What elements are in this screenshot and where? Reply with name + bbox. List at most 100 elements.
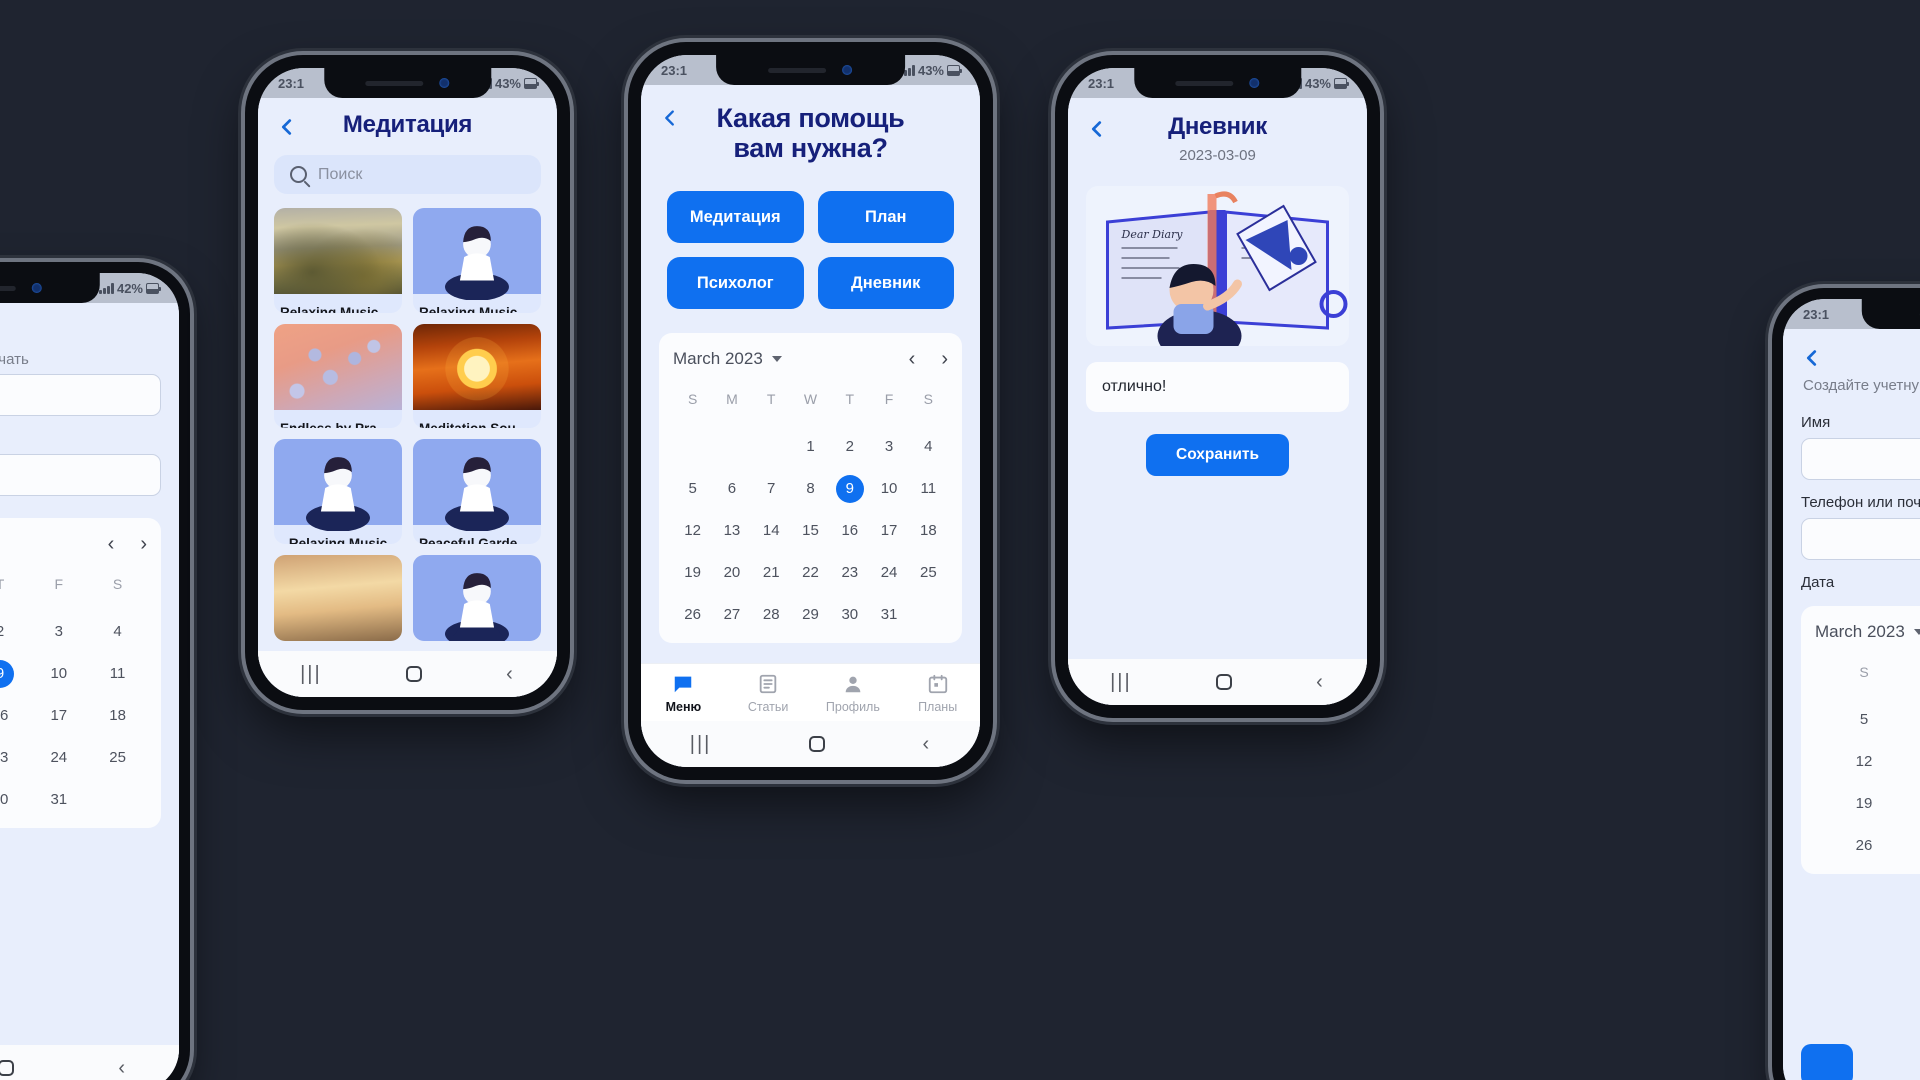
calendar-day[interactable]: 30 xyxy=(0,786,29,814)
calendar-day[interactable]: 24 xyxy=(869,559,908,587)
home-icon[interactable] xyxy=(0,1060,15,1076)
back-button[interactable] xyxy=(657,105,683,131)
meditation-card[interactable]: Endless by PrabajithK xyxy=(274,323,402,429)
calendar-day[interactable]: 18 xyxy=(88,702,147,730)
tab-chat-bubble[interactable]: Меню xyxy=(641,673,726,714)
record-field-1[interactable] xyxy=(0,374,161,417)
contact-field[interactable] xyxy=(1801,518,1920,561)
meditation-card[interactable]: Relaxing Music xyxy=(274,439,402,544)
calendar-day[interactable]: 21 xyxy=(752,559,791,587)
calendar-day[interactable]: 19 xyxy=(1815,790,1913,818)
back-icon[interactable]: ‹ xyxy=(1316,671,1325,694)
calendar-day[interactable]: 6 xyxy=(1913,706,1920,734)
back-icon[interactable]: ‹ xyxy=(923,733,932,756)
tab-article[interactable]: Статьи xyxy=(726,673,811,714)
calendar-day[interactable]: 20 xyxy=(712,559,751,587)
back-button[interactable] xyxy=(1799,345,1825,371)
calendar-day[interactable]: 17 xyxy=(29,702,88,730)
calendar-month-selector[interactable]: March 2023 xyxy=(1815,622,1920,642)
calendar-day[interactable]: 4 xyxy=(88,618,147,646)
chevron-left-icon[interactable]: ‹ xyxy=(108,534,115,554)
calendar-day[interactable]: 14 xyxy=(752,517,791,545)
calendar-day[interactable]: 22 xyxy=(791,559,830,587)
calendar-day[interactable]: 10 xyxy=(869,475,908,503)
save-button[interactable]: Сохранить xyxy=(1146,433,1289,476)
back-button[interactable] xyxy=(274,114,300,140)
help-option-button[interactable]: План xyxy=(817,191,954,244)
tab-label: Статьи xyxy=(747,700,789,714)
calendar-day[interactable]: 28 xyxy=(752,601,791,629)
calendar-day[interactable]: 27 xyxy=(712,601,751,629)
calendar-day[interactable]: 11 xyxy=(88,660,147,688)
calendar-month-selector[interactable]: March 2023 xyxy=(673,349,782,369)
calendar-day[interactable]: 17 xyxy=(869,517,908,545)
calendar-day[interactable]: 18 xyxy=(909,517,948,545)
help-option-button[interactable]: Медитация xyxy=(667,191,804,244)
calendar-day[interactable]: 10 xyxy=(29,660,88,688)
recents-icon[interactable]: ||| xyxy=(300,663,322,686)
chevron-right-icon[interactable]: › xyxy=(140,534,147,554)
calendar-day[interactable]: 8 xyxy=(791,475,830,503)
calendar-day[interactable]: 24 xyxy=(29,744,88,772)
calendar-day[interactable]: 15 xyxy=(791,517,830,545)
recents-icon[interactable]: ||| xyxy=(690,733,712,756)
back-icon[interactable]: ‹ xyxy=(118,1057,127,1080)
calendar-day[interactable]: 12 xyxy=(1815,748,1913,776)
help-option-button[interactable]: Дневник xyxy=(817,257,954,310)
home-icon[interactable] xyxy=(405,666,422,682)
chevron-left-icon[interactable]: ‹ xyxy=(909,349,916,369)
name-field[interactable] xyxy=(1801,438,1920,481)
calendar-day[interactable]: 12 xyxy=(673,517,712,545)
calendar-day[interactable]: 9 xyxy=(835,475,864,504)
calendar-day[interactable]: 25 xyxy=(909,559,948,587)
calendar-day[interactable]: 31 xyxy=(29,786,88,814)
calendar-day[interactable]: 25 xyxy=(88,744,147,772)
calendar-day[interactable]: 27 xyxy=(1913,832,1920,860)
tab-person[interactable]: Профиль xyxy=(811,673,896,714)
front-camera xyxy=(32,283,42,293)
meditation-card[interactable]: Relaxing Music Vol.2 xyxy=(413,208,541,313)
help-option-button[interactable]: Психолог xyxy=(667,257,804,310)
meditation-card[interactable] xyxy=(413,555,541,641)
calendar-day[interactable]: 26 xyxy=(1815,832,1913,860)
calendar-day[interactable]: 20 xyxy=(1913,790,1920,818)
tab-calendar[interactable]: Планы xyxy=(895,673,980,714)
meditation-card[interactable]: Peaceful Garden - ... xyxy=(413,439,541,544)
meditation-card[interactable]: Relaxing Music Vol.1 xyxy=(274,208,402,313)
calendar-day[interactable]: 29 xyxy=(791,601,830,629)
calendar-day[interactable]: 3 xyxy=(869,433,908,461)
diary-entry-field[interactable]: отлично! xyxy=(1086,361,1349,412)
calendar-day[interactable]: 23 xyxy=(0,744,29,772)
meditation-card[interactable]: Meditation Sounds xyxy=(413,323,541,429)
calendar-day[interactable]: 4 xyxy=(909,433,948,461)
calendar-day[interactable]: 11 xyxy=(909,475,948,503)
calendar-day[interactable]: 9 xyxy=(0,660,14,689)
recents-icon[interactable]: ||| xyxy=(1110,671,1132,694)
calendar-day[interactable]: 16 xyxy=(0,702,29,730)
calendar-day[interactable]: 3 xyxy=(29,618,88,646)
back-icon[interactable]: ‹ xyxy=(506,663,515,686)
back-button[interactable] xyxy=(1084,116,1110,142)
calendar-day[interactable]: 23 xyxy=(830,559,869,587)
home-icon[interactable] xyxy=(808,736,825,752)
search-input[interactable]: Поиск xyxy=(274,154,541,195)
chevron-right-icon[interactable]: › xyxy=(941,349,948,369)
calendar-day[interactable]: 5 xyxy=(673,475,712,503)
record-field-2[interactable] xyxy=(0,454,161,497)
calendar-day[interactable]: 19 xyxy=(673,559,712,587)
calendar-day[interactable]: 31 xyxy=(869,601,908,629)
submit-button[interactable] xyxy=(1801,1044,1853,1080)
calendar-day[interactable]: 13 xyxy=(712,517,751,545)
calendar-day[interactable]: 5 xyxy=(1815,706,1913,734)
calendar-day[interactable]: 6 xyxy=(712,475,751,503)
calendar-day[interactable]: 30 xyxy=(830,601,869,629)
calendar-day[interactable]: 26 xyxy=(673,601,712,629)
home-icon[interactable] xyxy=(1215,674,1232,690)
calendar-day[interactable]: 2 xyxy=(830,433,869,461)
calendar-day[interactable]: 7 xyxy=(752,475,791,503)
calendar-day[interactable]: 1 xyxy=(791,433,830,461)
calendar-day[interactable]: 13 xyxy=(1913,748,1920,776)
calendar-day[interactable]: 2 xyxy=(0,618,29,646)
calendar-day[interactable]: 16 xyxy=(830,517,869,545)
meditation-card[interactable] xyxy=(274,555,402,641)
